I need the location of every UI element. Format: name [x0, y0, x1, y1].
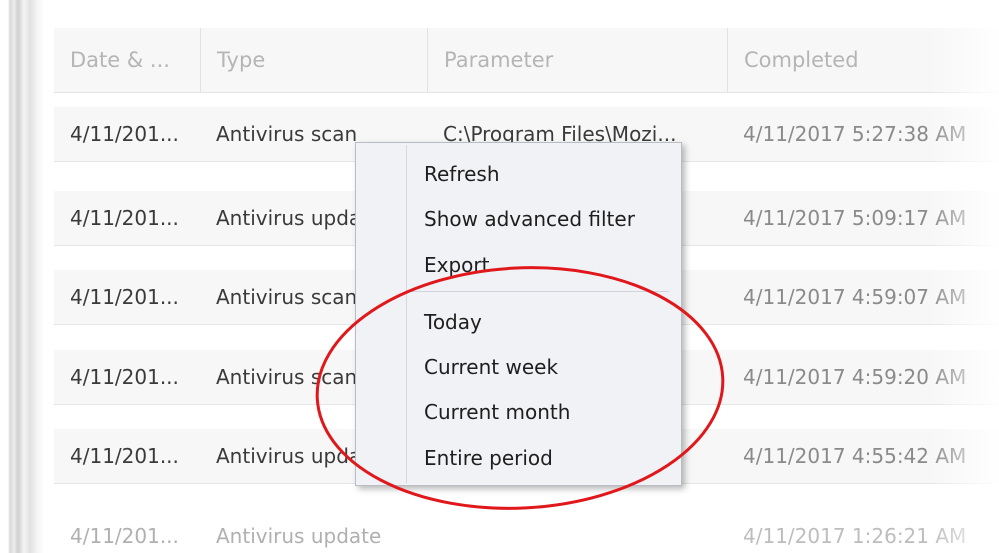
column-header-completed[interactable]: Completed: [727, 28, 999, 92]
menu-item-today[interactable]: Today: [424, 303, 482, 341]
cell-completed: 4/11/2017 1:26:21 AM: [743, 524, 967, 548]
cell-completed: 4/11/2017 4:59:07 AM: [743, 285, 967, 309]
context-menu: Refresh Show advanced filter Export Toda…: [355, 142, 682, 486]
cell-date: 4/11/201...: [70, 285, 179, 309]
menu-icon-gutter: [406, 145, 407, 483]
cell-completed: 4/11/2017 5:09:17 AM: [743, 206, 967, 230]
cell-date: 4/11/201...: [70, 444, 179, 468]
cell-type: Antivirus update: [216, 524, 382, 548]
cell-completed: 4/11/2017 4:55:42 AM: [743, 444, 967, 468]
cell-date: 4/11/201...: [70, 365, 179, 389]
cell-parameter: [427, 509, 727, 553]
menu-item-show-advanced-filter[interactable]: Show advanced filter: [424, 200, 635, 238]
table-header: Date & ... Type Parameter Completed: [54, 28, 999, 93]
window-left-edge: [0, 0, 44, 553]
top-edge: [44, 0, 999, 28]
column-header-date[interactable]: Date & ...: [54, 28, 200, 92]
cell-date: 4/11/201...: [70, 122, 179, 146]
menu-item-export[interactable]: Export: [424, 246, 489, 284]
column-header-type[interactable]: Type: [200, 28, 427, 92]
cell-completed: 4/11/2017 4:59:20 AM: [743, 365, 967, 389]
column-header-parameter[interactable]: Parameter: [427, 28, 727, 92]
menu-item-refresh[interactable]: Refresh: [424, 155, 500, 193]
cell-completed: 4/11/2017 5:27:38 AM: [743, 122, 967, 146]
menu-item-current-week[interactable]: Current week: [424, 348, 558, 386]
cell-date: 4/11/201...: [70, 524, 179, 548]
table-row[interactable]: 4/11/201... Antivirus update 4/11/2017 1…: [54, 509, 999, 553]
cell-date: 4/11/201...: [70, 206, 179, 230]
menu-item-entire-period[interactable]: Entire period: [424, 439, 553, 477]
menu-separator: [408, 291, 669, 292]
menu-item-current-month[interactable]: Current month: [424, 393, 570, 431]
